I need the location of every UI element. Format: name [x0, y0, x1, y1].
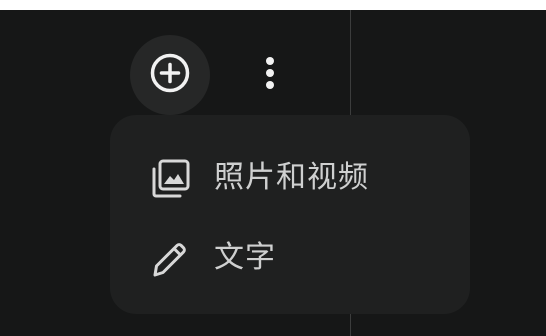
add-content-menu: 照片和视频 文字: [110, 115, 470, 314]
menu-item-label: 照片和视频: [214, 160, 369, 195]
top-strip: [0, 0, 546, 10]
photo-library-icon: [148, 157, 192, 201]
more-options-button[interactable]: [248, 53, 292, 97]
menu-item-label: 文字: [214, 240, 276, 275]
add-button[interactable]: [130, 35, 210, 115]
pencil-icon: [148, 237, 192, 281]
menu-item-text[interactable]: 文字: [110, 217, 470, 297]
menu-item-photos-videos[interactable]: 照片和视频: [110, 137, 470, 217]
add-circle-icon: [149, 52, 191, 98]
more-vertical-icon: [264, 55, 276, 95]
